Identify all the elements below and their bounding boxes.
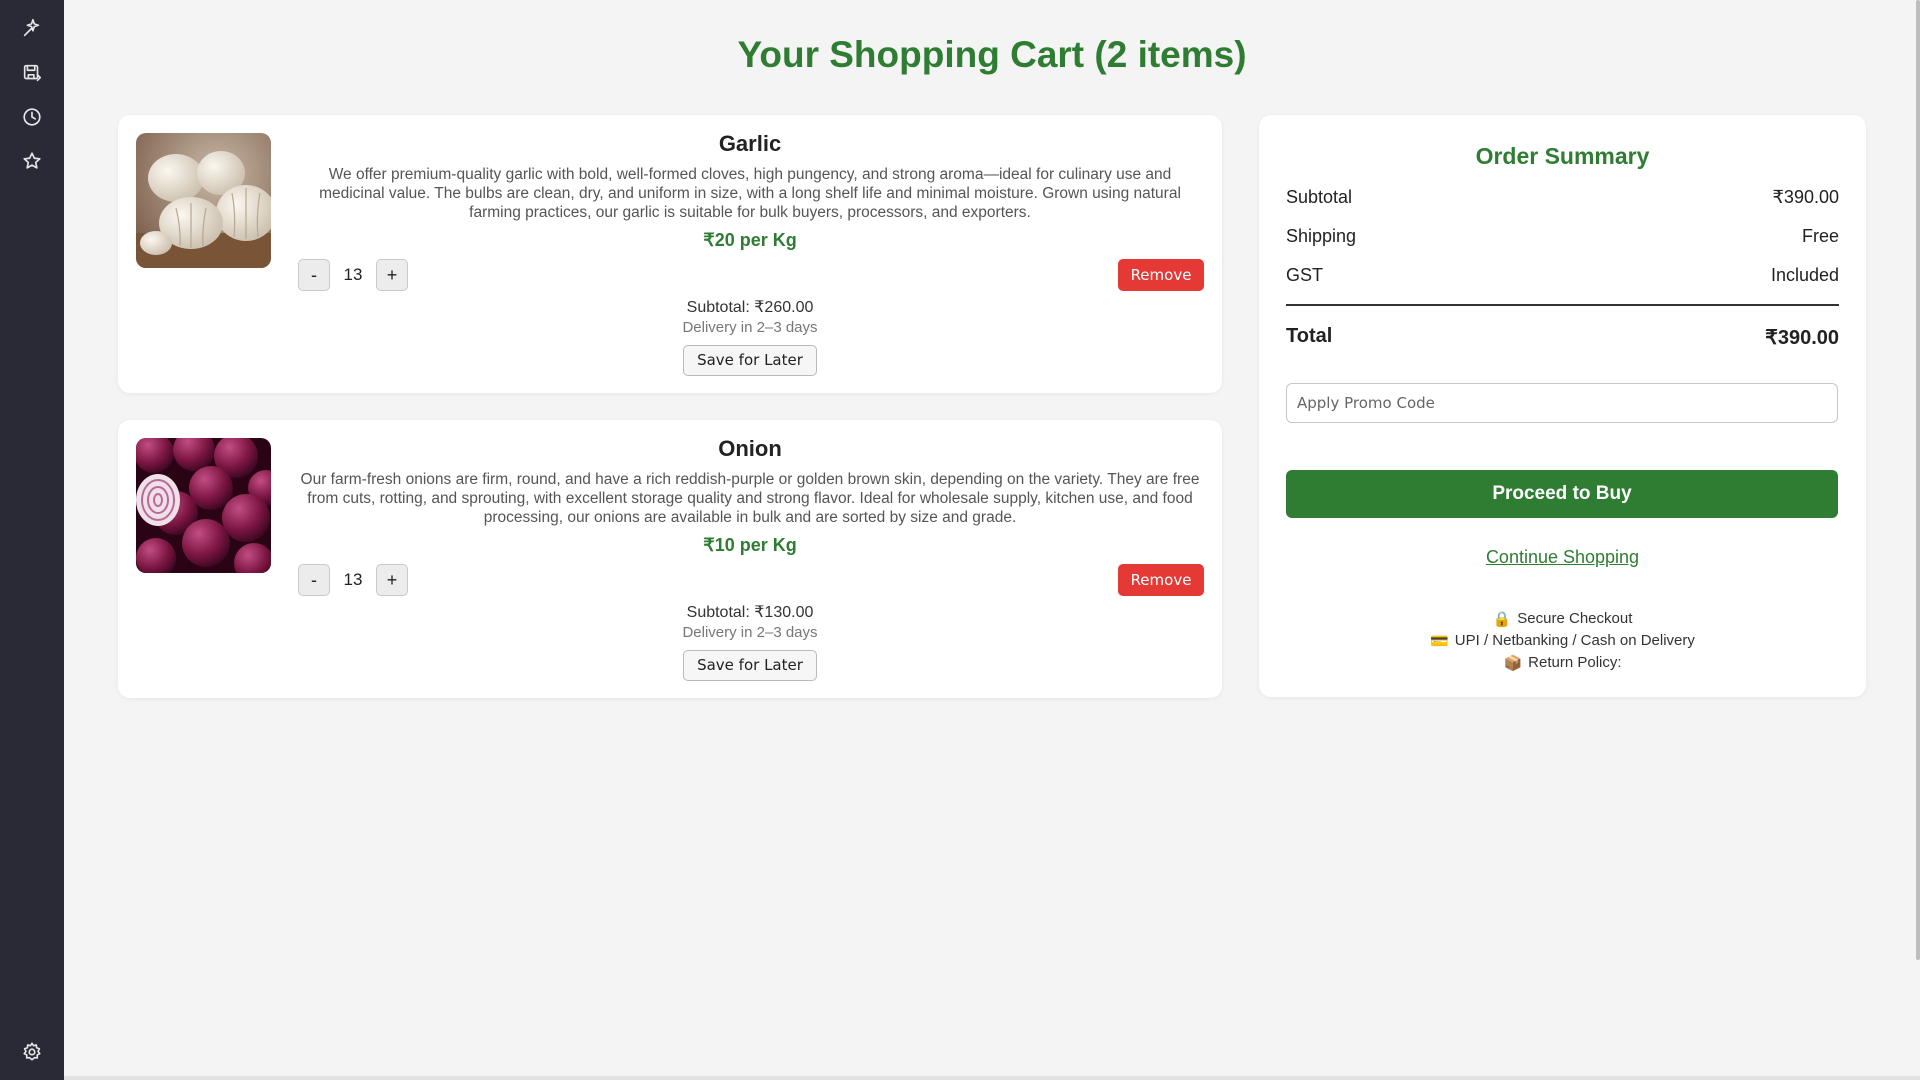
star-icon[interactable] [20, 149, 44, 173]
summary-value: Included [1770, 265, 1839, 285]
decrease-quantity-button[interactable]: - [298, 259, 330, 291]
total-label: Total [1286, 325, 1333, 347]
summary-divider [1286, 304, 1839, 306]
summary-value: Free [1801, 226, 1839, 246]
item-price: ₹20 per Kg [703, 230, 797, 250]
delivery-estimate: Delivery in 2–3 days [682, 624, 818, 641]
save-disk-icon[interactable] [20, 61, 44, 85]
quantity-value: 13 [343, 570, 363, 589]
garlic-photo [136, 133, 271, 268]
horizontal-scrollbar-track [64, 1076, 1920, 1080]
increase-quantity-button[interactable]: + [376, 259, 408, 291]
summary-row-shipping: Shipping Free [1286, 226, 1839, 247]
total-value: ₹390.00 [1765, 327, 1839, 349]
item-info: Onion Our farm-fresh onions are firm, ro… [298, 436, 1202, 556]
note-payment-methods: 💳 UPI / Netbanking / Cash on Delivery [1259, 630, 1866, 652]
vertical-scrollbar[interactable] [1916, 0, 1920, 960]
package-icon: 📦 [1503, 655, 1523, 672]
settings-gear-icon[interactable] [20, 1040, 44, 1064]
item-subtotal-block: Subtotal: ₹130.00 Delivery in 2–3 days S… [298, 602, 1202, 681]
credit-card-icon: 💳 [1430, 633, 1449, 650]
item-price: ₹10 per Kg [703, 535, 797, 555]
history-clock-icon[interactable] [20, 105, 44, 129]
note-text: Return Policy: [1528, 654, 1622, 671]
checkout-notes: 🔒 Secure Checkout 💳 UPI / Netbanking / Cas… [1259, 608, 1866, 674]
promo-code-input[interactable] [1286, 383, 1838, 423]
item-description: Our farm-fresh onions are firm, round, a… [300, 471, 1200, 526]
quantity-value: 13 [343, 265, 363, 284]
order-summary-panel: Order Summary Subtotal ₹390.00 Shipping … [1259, 115, 1866, 697]
summary-row-gst: GST Included [1286, 265, 1839, 286]
save-for-later-button[interactable]: Save for Later [683, 650, 817, 681]
quantity-stepper: - 13 + [298, 564, 408, 596]
summary-value: ₹390.00 [1772, 187, 1839, 207]
item-name: Onion [718, 436, 782, 461]
page-title: Your Shopping Cart (2 items) [737, 34, 1247, 75]
note-text: UPI / Netbanking / Cash on Delivery [1454, 632, 1695, 649]
sidebar [0, 0, 64, 1080]
order-summary-title: Order Summary [1475, 143, 1650, 169]
item-name: Garlic [718, 131, 782, 156]
summary-label: Subtotal [1286, 187, 1353, 207]
remove-button[interactable]: Remove [1118, 564, 1204, 596]
note-return-policy: 📦 Return Policy: [1259, 652, 1866, 674]
item-info: Garlic We offer premium-quality garlic w… [298, 131, 1202, 251]
delivery-estimate: Delivery in 2–3 days [682, 319, 818, 336]
red-onion-photo [136, 438, 271, 573]
lock-icon: 🔒 [1492, 611, 1512, 628]
cart-item-onion: Onion Our farm-fresh onions are firm, ro… [118, 420, 1222, 698]
note-text: Secure Checkout [1517, 610, 1633, 627]
summary-row-total: Total ₹390.00 [1286, 325, 1839, 350]
summary-row-subtotal: Subtotal ₹390.00 [1286, 187, 1839, 208]
cart-item-garlic: Garlic We offer premium-quality garlic w… [118, 115, 1222, 393]
summary-label: Shipping [1286, 226, 1357, 246]
save-for-later-button[interactable]: Save for Later [683, 345, 817, 376]
remove-button[interactable]: Remove [1118, 259, 1204, 291]
proceed-to-buy-button[interactable]: Proceed to Buy [1286, 470, 1838, 518]
item-subtotal-block: Subtotal: ₹260.00 Delivery in 2–3 days S… [298, 297, 1202, 376]
summary-label: GST [1286, 265, 1324, 285]
item-subtotal: Subtotal: ₹260.00 [686, 299, 814, 316]
item-subtotal: Subtotal: ₹130.00 [686, 604, 814, 621]
increase-quantity-button[interactable]: + [376, 564, 408, 596]
sparkle-icon[interactable] [20, 16, 44, 40]
decrease-quantity-button[interactable]: - [298, 564, 330, 596]
continue-shopping-link[interactable]: Continue Shopping [1259, 547, 1866, 568]
quantity-stepper: - 13 + [298, 259, 408, 291]
note-secure-checkout: 🔒 Secure Checkout [1259, 608, 1866, 630]
item-description: We offer premium-quality garlic with bol… [319, 166, 1181, 221]
